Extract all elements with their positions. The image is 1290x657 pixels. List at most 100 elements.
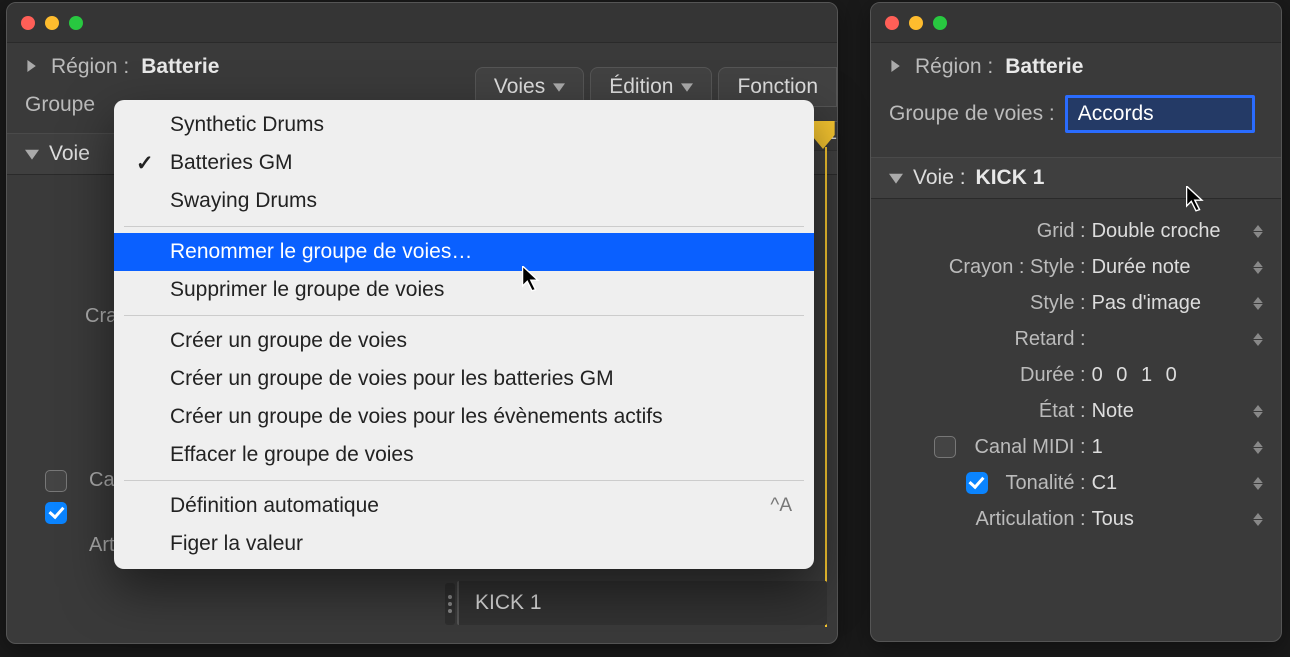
menu-item-swaying-drums[interactable]: Swaying Drums [114,182,814,220]
canal-midi-checkbox[interactable] [934,436,956,458]
pane-splitter[interactable] [445,583,455,625]
stepper-icon[interactable] [1253,225,1265,238]
track-name: KICK 1 [475,591,542,614]
chevron-right-icon [25,60,39,74]
titlebar-left [7,3,837,43]
menu-label: Renommer le groupe de voies… [170,240,472,264]
track-group-context-menu: Synthetic Drums ✓ Batteries GM Swaying D… [114,100,814,569]
voie-value: KICK 1 [976,166,1045,190]
menu-item-rename-group[interactable]: Renommer le groupe de voies… [114,233,814,271]
hidden-row-articulation: Art [89,534,115,557]
row-crayon-style[interactable]: Crayon : Style : Durée note [881,249,1271,285]
chevron-down-icon [25,147,39,161]
titlebar-right [871,3,1281,43]
menu-item-delete-group[interactable]: Supprimer le groupe de voies [114,271,814,309]
zoom-button[interactable] [933,16,947,30]
menu-label: Swaying Drums [170,189,317,213]
minimize-button[interactable] [909,16,923,30]
minimize-button[interactable] [45,16,59,30]
row-articulation[interactable]: Articulation : Tous [881,501,1271,537]
menu-label: Effacer le groupe de voies [170,443,414,467]
menu-label: Figer la valeur [170,532,303,556]
menu-item-freeze-value[interactable]: Figer la valeur [114,525,814,563]
group-name-input[interactable] [1065,95,1255,133]
menu-item-create-group-gm[interactable]: Créer un groupe de voies pour les batter… [114,360,814,398]
row-canal-midi[interactable]: Canal MIDI : 1 [881,429,1271,465]
tonalite-checkbox[interactable] [966,472,988,494]
chevron-down-icon [889,171,903,185]
functions-label: Fonction [737,75,818,99]
menu-label: Batteries GM [170,151,293,175]
region-label: Région : [915,55,993,79]
duree-value: 0 0 1 0 [1092,364,1181,387]
hidden-row-tonalite[interactable] [45,502,115,524]
crayon-value: Durée note [1092,256,1191,279]
inspector-list: Grid : Double croche Crayon : Style : Du… [871,199,1281,537]
stepper-icon[interactable] [1253,333,1265,346]
hidden-row-art-label: Art [89,534,115,557]
zoom-button[interactable] [69,16,83,30]
close-button[interactable] [21,16,35,30]
row-tonalite[interactable]: Tonalité : C1 [881,465,1271,501]
region-header-right[interactable]: Région : Batterie [871,43,1281,85]
row-retard[interactable]: Retard : [881,321,1271,357]
duree-label: Durée : [881,364,1092,387]
chevron-down-icon [681,75,693,99]
menu-separator [124,315,804,316]
grid-value: Double croche [1092,220,1221,243]
articulation-value: Tous [1092,508,1134,531]
playhead-marker-icon[interactable] [811,121,838,149]
menu-label: Synthetic Drums [170,113,324,137]
inspector-window-right: Région : Batterie Groupe de voies : Voie… [870,2,1282,642]
menu-label: Supprimer le groupe de voies [170,278,444,302]
region-value: Batterie [1005,55,1083,79]
menu-item-batteries-gm[interactable]: ✓ Batteries GM [114,144,814,182]
menu-separator [124,480,804,481]
etat-label: État : [881,400,1092,423]
canalmidi-value: 1 [1092,436,1103,459]
crayon-label: Crayon : Style : [881,256,1092,279]
group-row-right: Groupe de voies : [871,85,1281,139]
row-etat[interactable]: État : Note [881,393,1271,429]
check-icon: ✓ [136,151,154,176]
grid-label: Grid : [881,220,1092,243]
hidden-inspector-rows: Ca Art [45,469,115,557]
menu-item-clear-group[interactable]: Effacer le groupe de voies [114,436,814,474]
stepper-icon[interactable] [1253,513,1265,526]
chevron-right-icon [889,60,903,74]
stepper-icon[interactable] [1253,441,1265,454]
stepper-icon[interactable] [1253,261,1265,274]
track-header-kick1[interactable]: KICK 1 [457,581,827,625]
region-value: Batterie [141,55,219,79]
row-grid[interactable]: Grid : Double croche [881,213,1271,249]
tonalite-checkbox[interactable] [45,502,67,524]
row-duree[interactable]: Durée : 0 0 1 0 [881,357,1271,393]
tonalite-value: C1 [1092,472,1118,495]
hidden-row-label: Ca [89,469,115,492]
retard-label: Retard : [881,328,1092,351]
voie-label: Voie [49,142,90,166]
stepper-icon[interactable] [1253,477,1265,490]
menu-label: Créer un groupe de voies pour les évènem… [170,405,663,429]
canal-checkbox[interactable] [45,470,67,492]
menu-item-create-group-active[interactable]: Créer un groupe de voies pour les évènem… [114,398,814,436]
menu-item-auto-definition[interactable]: Définition automatique ^A [114,487,814,525]
menu-shortcut: ^A [770,495,792,517]
group-label: Groupe [25,93,95,116]
articulation-label: Articulation : [881,508,1092,531]
row-style[interactable]: Style : Pas d'image [881,285,1271,321]
menu-label: Créer un groupe de voies [170,329,407,353]
close-button[interactable] [885,16,899,30]
stepper-icon[interactable] [1253,297,1265,310]
voie-label: Voie : [913,166,966,190]
voie-header-right[interactable]: Voie : KICK 1 [871,157,1281,199]
hidden-row-canal[interactable]: Ca [45,469,115,492]
stepper-icon[interactable] [1253,405,1265,418]
group-label: Groupe de voies : [889,102,1055,126]
chevron-down-icon [553,75,565,99]
menu-item-create-group[interactable]: Créer un groupe de voies [114,322,814,360]
menu-label: Définition automatique [170,494,379,518]
style-label: Style : [881,292,1092,315]
menu-item-synthetic-drums[interactable]: Synthetic Drums [114,106,814,144]
menu-separator [124,226,804,227]
